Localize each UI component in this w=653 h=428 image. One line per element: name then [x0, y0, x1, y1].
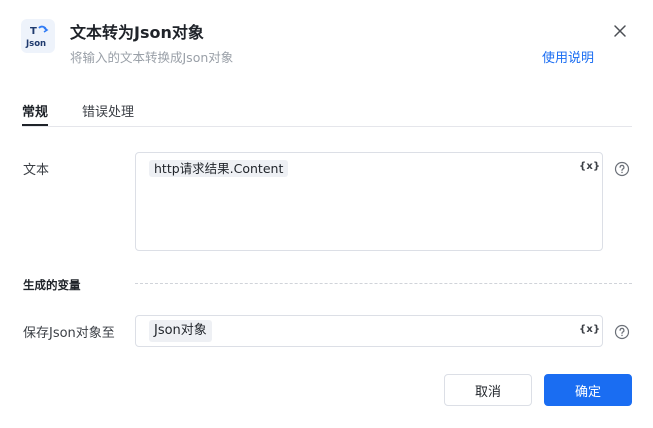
section-divider	[135, 283, 632, 284]
icon-letter-t: T	[30, 26, 37, 37]
generated-variables-title: 生成的变量	[23, 278, 81, 292]
text-field-label: 文本	[23, 163, 50, 178]
text-input[interactable]: http请求结果.Content {x}	[135, 152, 603, 251]
insert-variable-button[interactable]: {x}	[579, 161, 600, 172]
dialog-subtitle: 将输入的文本转换成Json对象	[70, 50, 234, 65]
close-button[interactable]	[610, 21, 630, 41]
text-help-icon[interactable]	[614, 161, 630, 177]
save-json-input[interactable]: Json对象 {x}	[135, 315, 603, 347]
question-circle-icon	[614, 324, 630, 340]
close-icon	[614, 25, 626, 37]
tab-general[interactable]: 常规	[22, 101, 48, 120]
json-convert-icon: T Json	[21, 19, 55, 53]
text-variable-chip[interactable]: http请求结果.Content	[149, 160, 289, 177]
save-json-label: 保存Json对象至	[23, 326, 115, 341]
question-circle-icon	[614, 161, 630, 177]
dialog-title: 文本转为Json对象	[70, 23, 204, 42]
save-help-icon[interactable]	[614, 324, 630, 340]
icon-word-json: Json	[25, 39, 46, 49]
help-link[interactable]: 使用说明	[542, 47, 594, 66]
confirm-button[interactable]: 确定	[544, 374, 632, 406]
save-variable-chip[interactable]: Json对象	[149, 320, 212, 342]
active-tab-indicator	[22, 124, 48, 126]
insert-variable-button-2[interactable]: {x}	[579, 324, 600, 335]
cancel-button[interactable]: 取消	[444, 374, 532, 406]
text-to-json-dialog: T Json 文本转为Json对象 将输入的文本转换成Json对象 使用说明 常…	[0, 0, 653, 428]
tab-bar: 常规 错误处理	[22, 100, 632, 127]
tab-error-handling[interactable]: 错误处理	[82, 101, 134, 120]
